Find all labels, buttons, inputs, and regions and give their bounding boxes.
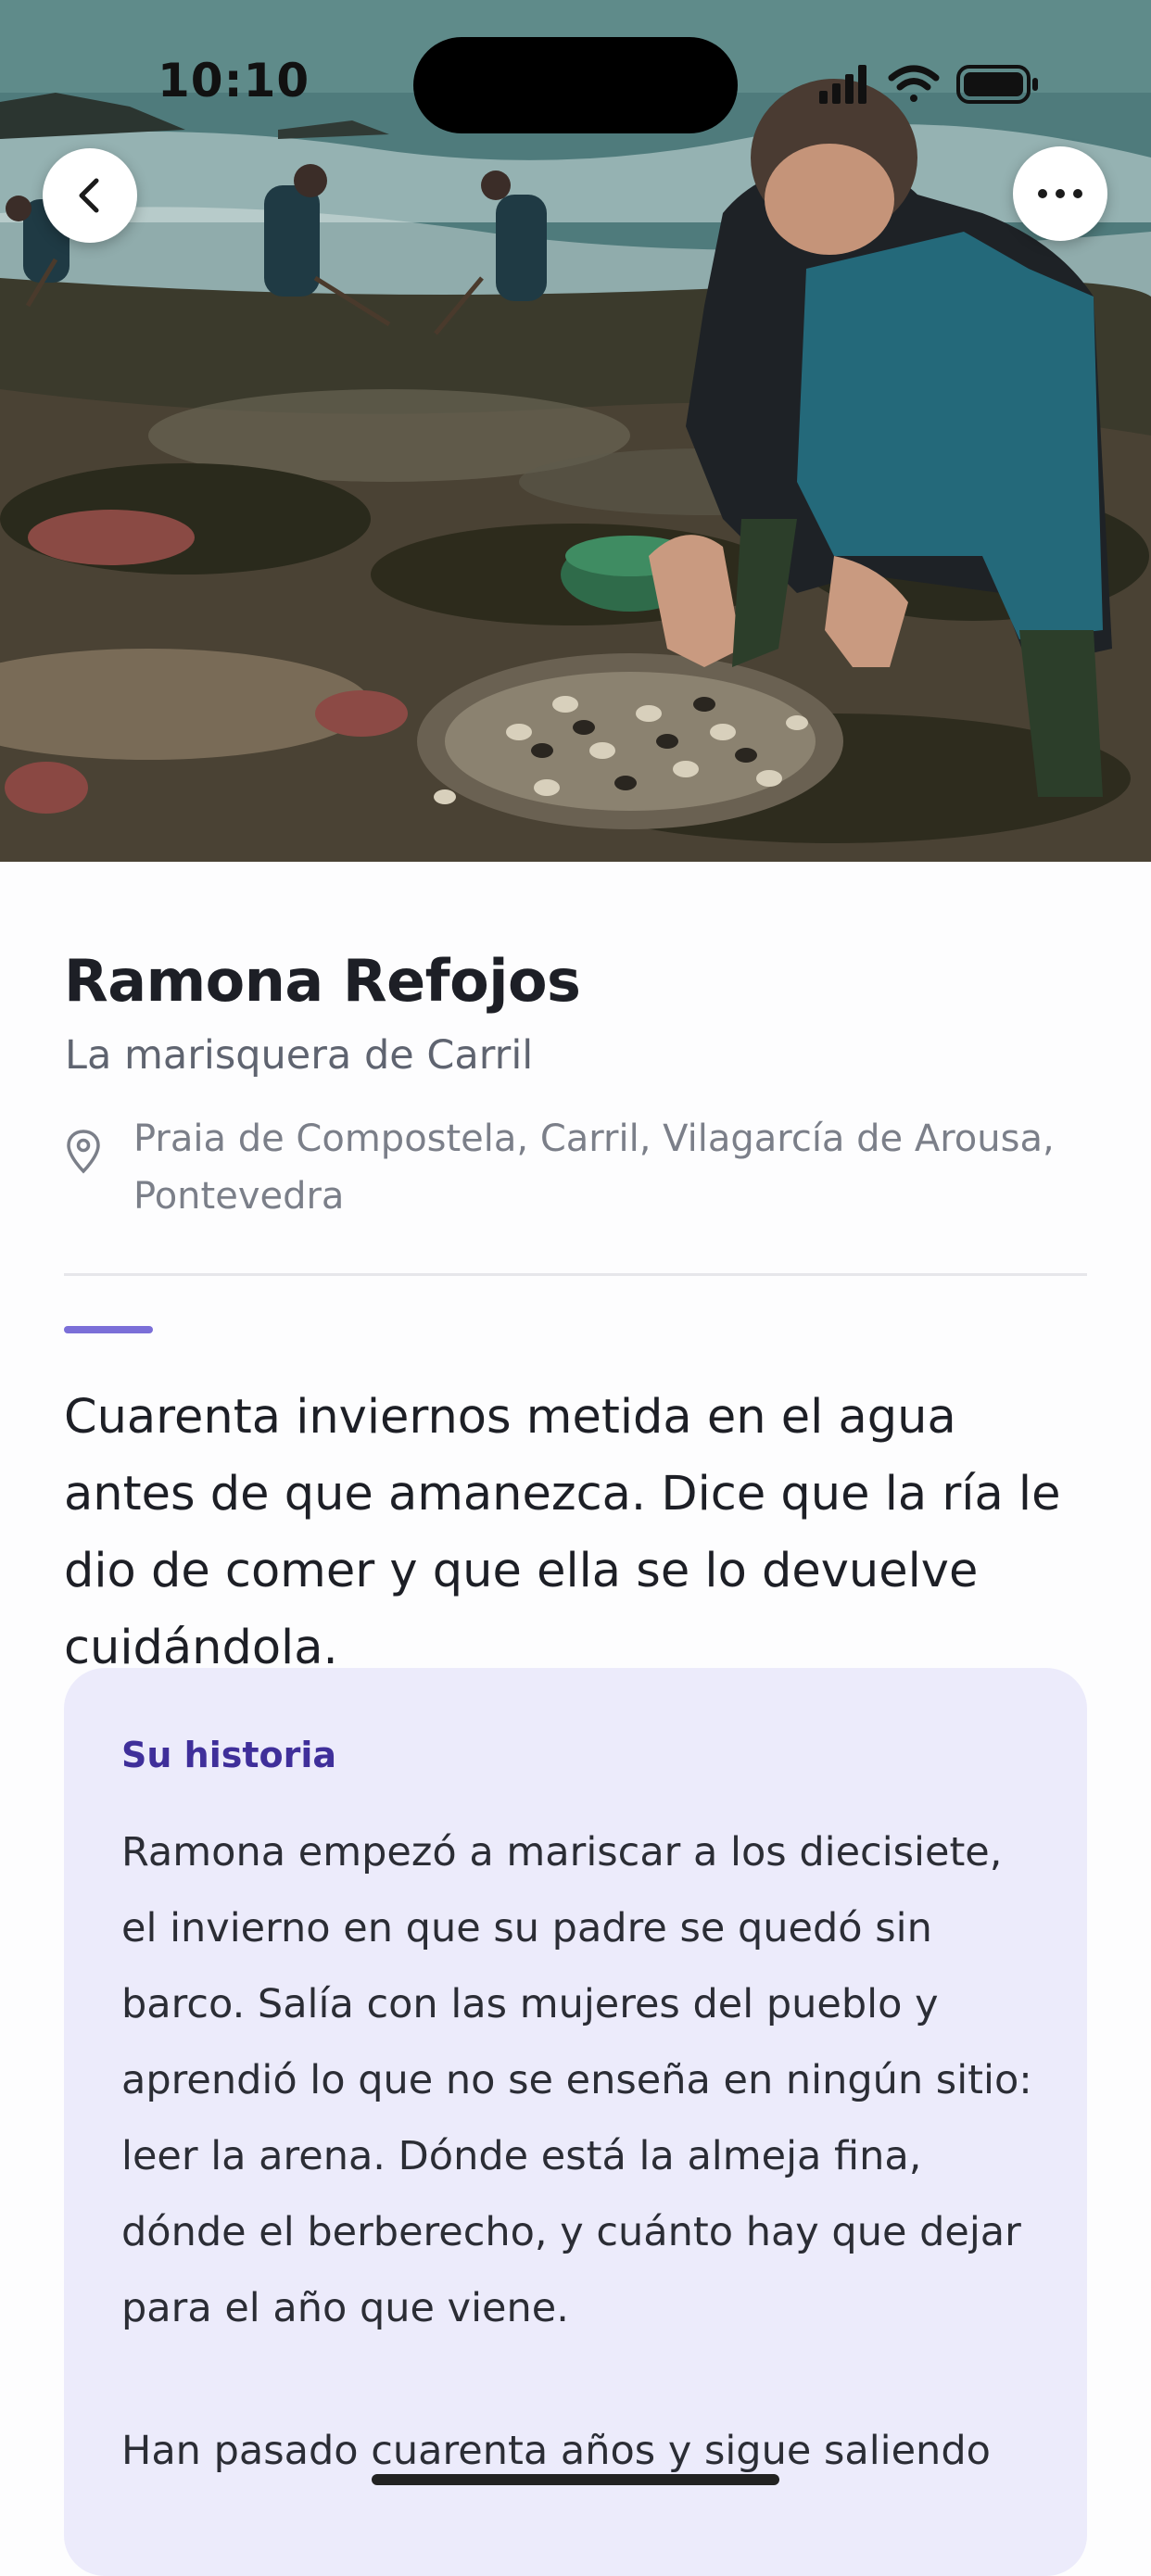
profile-subtitle: La marisquera de Carril bbox=[65, 1032, 534, 1079]
intro-quote: Cuarenta inviernos metida en el agua ant… bbox=[64, 1390, 1061, 1675]
location-text: Praia de Compostela, Carril, Vilagarcía … bbox=[133, 1118, 1055, 1218]
signal-icon bbox=[819, 65, 866, 104]
status-time: 10:10 bbox=[158, 54, 310, 107]
wifi-icon bbox=[888, 65, 940, 102]
back-button[interactable] bbox=[43, 148, 137, 243]
accent-bar bbox=[64, 1326, 153, 1333]
dynamic-island bbox=[413, 37, 738, 133]
profile-content: Ramona Refojos La marisquera de Carril P… bbox=[0, 862, 1151, 2576]
map-pin-icon bbox=[67, 1130, 100, 1174]
battery-icon bbox=[956, 65, 1038, 104]
more-options-button[interactable] bbox=[1013, 146, 1107, 241]
chevron-left-icon bbox=[79, 178, 99, 213]
story-body: Ramona empezó a mariscar a los diecisiet… bbox=[121, 1814, 1048, 2556]
location-row: Praia de Compostela, Carril, Vilagarcía … bbox=[65, 1110, 1075, 1225]
story-paragraph: Ramona empezó a mariscar a los diecisiet… bbox=[121, 1829, 1032, 2331]
story-label: Su historia bbox=[121, 1735, 337, 1775]
divider bbox=[64, 1273, 1087, 1276]
profile-name: Ramona Refojos bbox=[64, 947, 581, 1015]
home-indicator[interactable] bbox=[372, 2474, 779, 2485]
more-horizontal-icon bbox=[1038, 189, 1082, 198]
status-icons bbox=[819, 63, 1042, 106]
story-card: Su historia Ramona empezó a mariscar a l… bbox=[64, 1668, 1087, 2576]
